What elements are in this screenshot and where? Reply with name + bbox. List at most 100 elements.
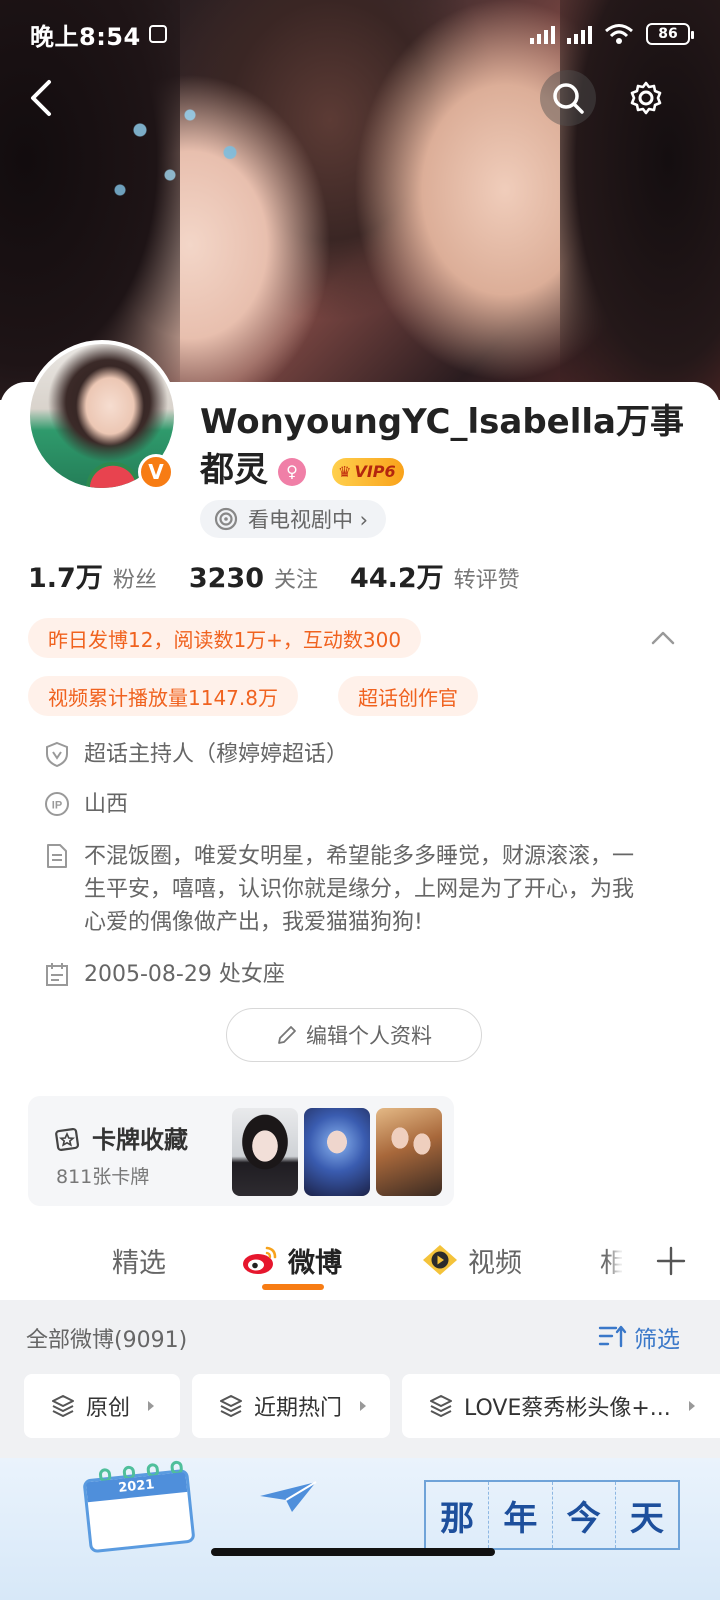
filter-hot-label: 近期热门 — [254, 1396, 343, 1421]
status-time: 晚上8:54 — [30, 22, 141, 51]
birthday-text: 2005-08-29 处女座 — [84, 962, 285, 987]
battery-icon: 86 — [646, 23, 694, 45]
stat-likes[interactable]: 44.2万 转评赞 — [350, 556, 520, 595]
stat-following[interactable]: 3230 关注 — [189, 562, 318, 594]
filter-album-label: LOVE蔡秀彬头像+... — [464, 1396, 671, 1421]
notification-icon — [148, 25, 167, 43]
status-pill-text: 看电视剧中 › — [248, 508, 369, 532]
banner-char: 那 — [426, 1482, 490, 1548]
verified-badge-label: V — [148, 460, 164, 484]
shield-icon — [46, 741, 68, 767]
username-text: WonyoungYC_lsabella万事都灵 — [200, 402, 684, 490]
card-count: 811张卡牌 — [56, 1166, 150, 1188]
filter-album[interactable]: LOVE蔡秀彬头像+... — [402, 1374, 720, 1438]
calendar-icon — [46, 963, 68, 986]
layers-icon — [220, 1395, 242, 1417]
stat-number: 1.7万 — [28, 563, 103, 594]
filter-original-label: 原创 — [86, 1396, 131, 1421]
stat-label: 粉丝 — [112, 568, 157, 593]
banner-title-grid: 那 年 今 天 — [424, 1480, 680, 1550]
document-icon — [47, 844, 67, 868]
tab-weibo-label: 微博 — [288, 1247, 342, 1279]
filter-hot[interactable]: 近期热门 — [192, 1374, 390, 1438]
dropdown-arrow-icon — [360, 1401, 367, 1411]
crown-icon: ♛ — [338, 462, 352, 481]
edit-profile-button[interactable]: 编辑个人资料 — [226, 1008, 482, 1062]
bio-text: 不混饭圈，唯爱女明星，希望能多多睡觉，财源滚滚，一生平安，嘻嘻，认识你就是缘分，… — [84, 844, 635, 935]
filter-label: 筛选 — [634, 1327, 680, 1353]
verified-badge[interactable]: V — [138, 454, 174, 490]
filter-original[interactable]: 原创 — [24, 1374, 180, 1438]
paper-plane-icon — [260, 1481, 317, 1512]
signal-icon — [530, 24, 555, 44]
add-tab-button[interactable] — [622, 1222, 720, 1300]
daily-stats-chip[interactable]: 昨日发博12，阅读数1万+，互动数300 — [28, 618, 422, 658]
card-thumbnail[interactable] — [376, 1108, 442, 1196]
stat-number: 3230 — [188, 563, 265, 594]
wifi-icon — [605, 24, 633, 44]
username: WonyoungYC_lsabella万事都灵 ♀ ♛ VIP6 — [200, 398, 700, 494]
daily-stats-text: 昨日发博12，阅读数1万+，互动数300 — [48, 627, 402, 652]
host-text: 超话主持人（穆婷婷超话） — [84, 742, 349, 767]
filter-button[interactable]: 筛选 — [598, 1320, 680, 1354]
banner-char: 今 — [553, 1482, 616, 1548]
card-thumbnail[interactable] — [232, 1108, 298, 1196]
info-row-bio: 不混饭圈，唯爱女明星，希望能多多睡觉，财源滚滚，一生平安，嘻嘻，认识你就是缘分，… — [44, 840, 684, 939]
banner-char: 年 — [489, 1482, 553, 1548]
stats-row: 1.7万 粉丝 3230 关注 44.2万 转评赞 — [28, 556, 552, 595]
home-indicator[interactable] — [211, 1548, 495, 1556]
back-button[interactable] — [14, 70, 70, 126]
tab-featured-label: 精选 — [112, 1247, 166, 1279]
info-row-birthday: 2005-08-29 处女座 — [44, 958, 285, 991]
feed-count: 全部微博(9091) — [26, 1328, 188, 1353]
search-button[interactable] — [540, 70, 596, 126]
svg-text:IP: IP — [52, 800, 62, 812]
on-this-day-banner[interactable]: 2021 那 年 今 天 — [0, 1458, 720, 1600]
card-collection-title: 卡牌收藏 — [54, 1120, 188, 1155]
tab-active-indicator — [262, 1284, 324, 1290]
edit-profile-label: 编辑个人资料 — [306, 1024, 432, 1048]
calendar-illustration: 2021 — [82, 1460, 196, 1554]
stat-label: 关注 — [274, 568, 319, 593]
weibo-logo-icon — [243, 1246, 277, 1274]
ip-location-icon: IP — [45, 792, 69, 816]
back-arrow-icon — [31, 80, 51, 116]
pencil-icon — [278, 1026, 296, 1044]
creator-chip[interactable]: 超话创作官 — [338, 676, 478, 716]
dropdown-arrow-icon — [148, 1401, 155, 1411]
filter-sort-icon — [598, 1325, 627, 1348]
info-row-ip: IP 山西 — [44, 788, 128, 821]
banner-char: 天 — [629, 1498, 664, 1539]
layers-icon — [52, 1395, 74, 1417]
card-collection[interactable]: 卡牌收藏 811张卡牌 — [28, 1096, 454, 1206]
stat-number: 44.2万 — [350, 563, 444, 594]
status-bar: 晚上8:54 86 — [0, 0, 720, 68]
top-nav — [0, 70, 720, 130]
card-star-icon — [55, 1127, 80, 1151]
tab-video[interactable]: 视频 — [420, 1238, 522, 1282]
tab-weibo[interactable]: 微博 — [240, 1238, 342, 1282]
status-icons: 86 — [530, 23, 694, 45]
tab-featured[interactable]: 精选 — [112, 1238, 166, 1282]
vip-badge[interactable]: ♛ VIP6 — [332, 457, 404, 486]
video-tab-icon — [423, 1245, 457, 1275]
dropdown-arrow-icon — [688, 1401, 695, 1411]
card-thumbnail[interactable] — [304, 1108, 370, 1196]
status-pill[interactable]: 看电视剧中 › — [200, 500, 387, 538]
gear-icon — [630, 81, 662, 115]
stat-followers[interactable]: 1.7万 粉丝 — [28, 556, 157, 595]
info-row-host[interactable]: 超话主持人（穆婷婷超话） — [44, 738, 348, 771]
video-plays-chip[interactable]: 视频累计播放量1147.8万 — [28, 676, 298, 716]
search-icon — [553, 83, 584, 114]
plus-icon — [656, 1246, 686, 1276]
layers-icon — [430, 1395, 452, 1417]
vip-badge-label: VIP6 — [354, 461, 396, 481]
card-title-text: 卡牌收藏 — [92, 1126, 188, 1154]
chevron-up-icon[interactable] — [650, 625, 676, 651]
signal-icon-2 — [567, 24, 592, 44]
profile-screen: 晚上8:54 86 V WonyoungYC_lsabella万事都灵 ♀ ♛ … — [0, 0, 720, 1600]
female-gender-icon: ♀ — [278, 457, 306, 486]
video-plays-text: 视频累计播放量1147.8万 — [48, 685, 278, 710]
settings-button[interactable] — [618, 70, 674, 126]
avatar-watermelon — [86, 462, 140, 488]
